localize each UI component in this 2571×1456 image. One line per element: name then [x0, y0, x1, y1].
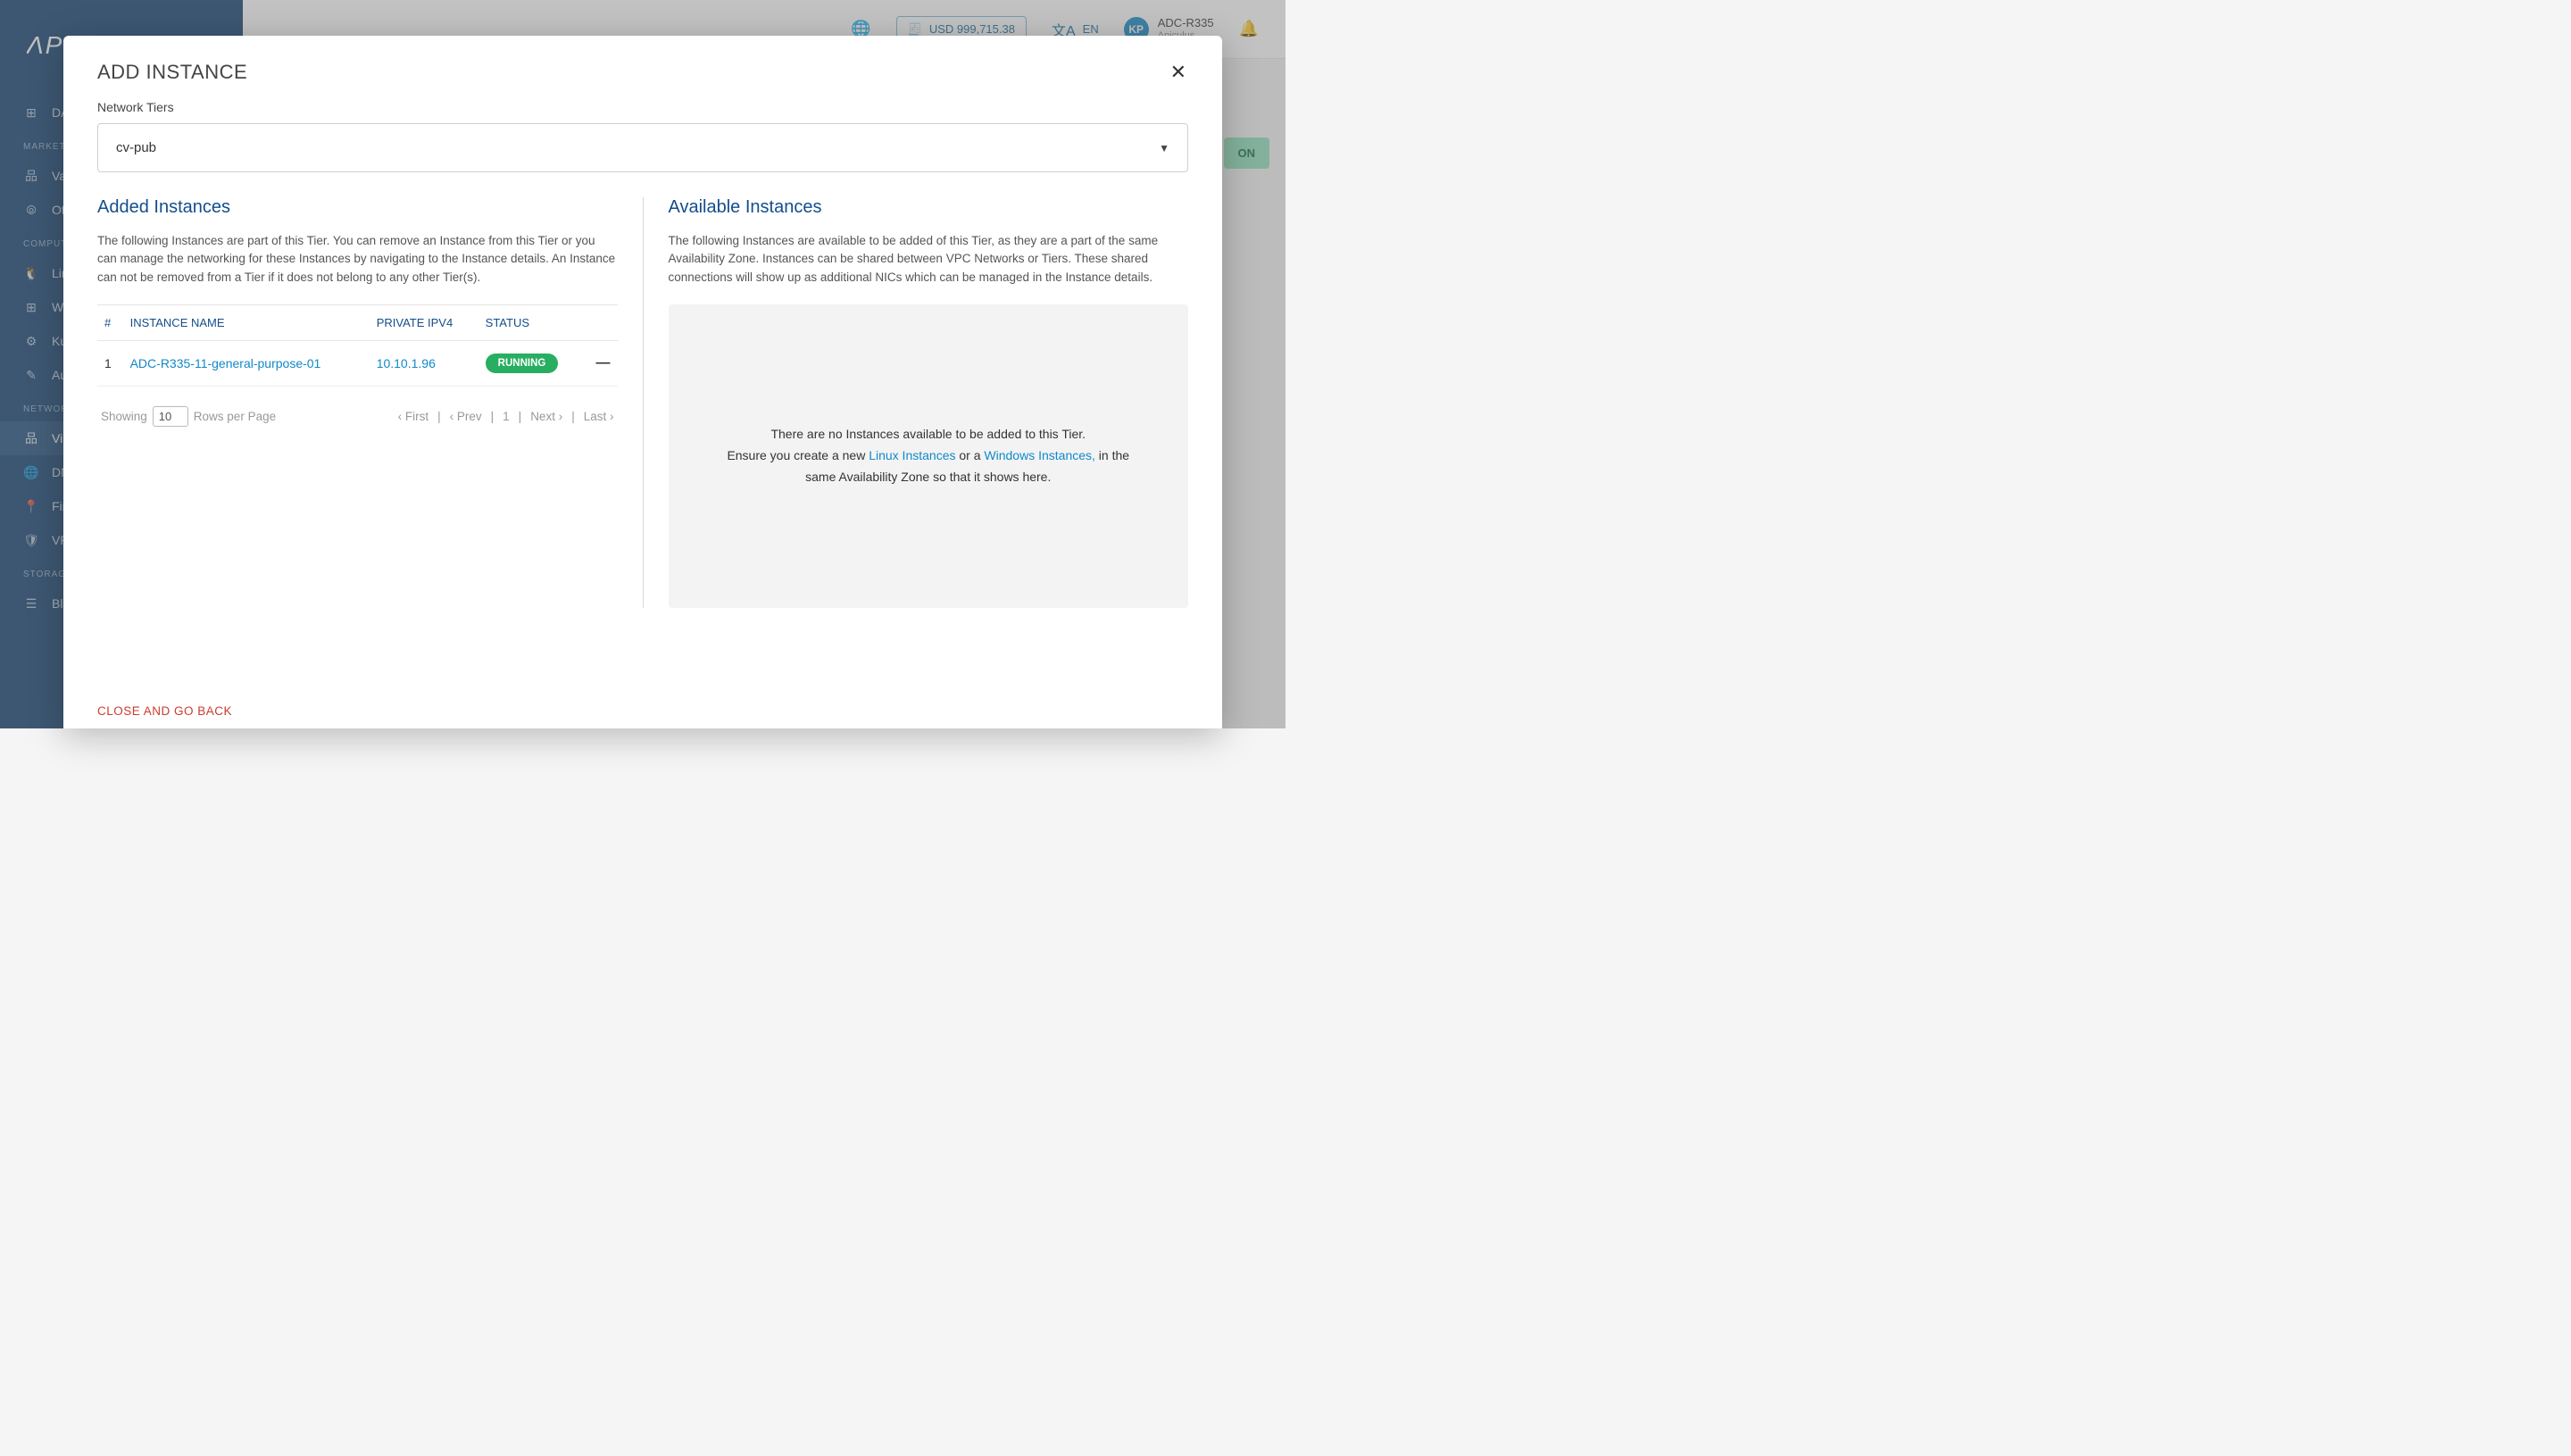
add-instance-modal: ADD INSTANCE ✕ Network Tiers cv-pub ▼ Ad… — [63, 36, 1222, 728]
pagination: Showing Rows per Page ‹ First | ‹ Prev |… — [97, 387, 618, 427]
available-instances-panel: Available Instances The following Instan… — [644, 197, 1189, 608]
col-status: STATUS — [478, 304, 583, 340]
available-empty-box: There are no Instances available to be a… — [669, 304, 1189, 608]
remove-icon[interactable]: — — [596, 355, 611, 370]
modal-title: ADD INSTANCE — [97, 61, 247, 84]
windows-instances-link[interactable]: Windows Instances, — [984, 448, 1095, 462]
close-icon[interactable]: ✕ — [1169, 61, 1188, 84]
empty-line1: There are no Instances available to be a… — [770, 427, 1086, 441]
close-and-go-back-button[interactable]: CLOSE AND GO BACK — [97, 704, 232, 718]
row-index: 1 — [97, 340, 123, 386]
chevron-down-icon: ▼ — [1159, 142, 1169, 154]
instance-name-link[interactable]: ADC-R335-11-general-purpose-01 — [123, 340, 370, 386]
instance-ip-link[interactable]: 10.10.1.96 — [370, 340, 478, 386]
rows-per-page-input[interactable] — [153, 406, 188, 427]
pg-last[interactable]: Last › — [584, 410, 614, 423]
rows-per-page-label: Rows per Page — [194, 410, 276, 423]
empty-line2a: Ensure you create a new — [727, 448, 869, 462]
instance-status: RUNNING — [478, 340, 583, 386]
network-tiers-label: Network Tiers — [97, 100, 1188, 114]
network-tier-select[interactable]: cv-pub ▼ — [97, 123, 1188, 172]
status-badge: RUNNING — [486, 354, 559, 373]
col-ip: PRIVATE IPV4 — [370, 304, 478, 340]
pg-next[interactable]: Next › — [530, 410, 562, 423]
added-instances-desc: The following Instances are part of this… — [97, 232, 618, 287]
showing-label: Showing — [101, 410, 147, 423]
col-name: INSTANCE NAME — [123, 304, 370, 340]
empty-line2b: or a — [956, 448, 985, 462]
available-instances-title: Available Instances — [669, 197, 1189, 218]
pg-current: 1 — [503, 410, 510, 423]
added-instances-panel: Added Instances The following Instances … — [97, 197, 644, 608]
pg-first[interactable]: ‹ First — [398, 410, 429, 423]
col-index: # — [97, 304, 123, 340]
select-value: cv-pub — [116, 140, 156, 155]
pg-prev[interactable]: ‹ Prev — [450, 410, 482, 423]
available-instances-desc: The following Instances are available to… — [669, 232, 1189, 287]
linux-instances-link[interactable]: Linux Instances — [869, 448, 955, 462]
added-instances-table: # INSTANCE NAME PRIVATE IPV4 STATUS 1ADC… — [97, 304, 618, 387]
table-row: 1ADC-R335-11-general-purpose-0110.10.1.9… — [97, 340, 618, 386]
added-instances-title: Added Instances — [97, 197, 618, 218]
